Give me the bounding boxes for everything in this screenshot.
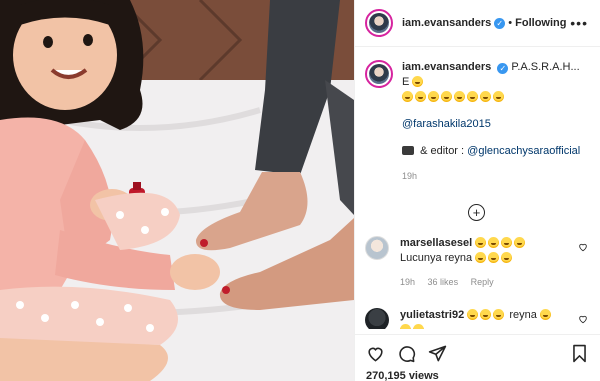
comment-like-heart-icon[interactable] xyxy=(578,242,588,252)
emoji-icon xyxy=(413,324,424,329)
post-side-panel: iam.evansanders ✓ • Following ••• iam.ev… xyxy=(354,0,600,381)
emoji-icon xyxy=(475,252,487,263)
commenter-username[interactable]: marsellasesel xyxy=(400,237,472,249)
verified-badge-icon: ✓ xyxy=(497,63,509,74)
commenter-avatar[interactable] xyxy=(365,236,389,260)
emoji-icon xyxy=(501,252,513,263)
comment-likes[interactable]: 36 likes xyxy=(428,277,459,287)
comment-like-heart-icon[interactable] xyxy=(578,314,588,324)
emoji-icon xyxy=(488,237,500,248)
emoji-icon xyxy=(467,309,479,320)
like-heart-icon[interactable] xyxy=(366,344,385,363)
caption: iam.evansanders ✓ P.A.S.R.A.H... E @fara… xyxy=(365,60,588,184)
emoji-icon xyxy=(501,237,513,248)
share-paper-plane-icon[interactable] xyxy=(428,344,447,363)
following-button[interactable]: Following xyxy=(515,17,566,29)
camera-icon xyxy=(402,146,414,155)
commenter-avatar[interactable] xyxy=(365,308,389,329)
emoji-icon xyxy=(402,91,413,102)
comment-item: marsellasesel Lucunya reyna 19h 36 likes… xyxy=(365,236,588,290)
view-count[interactable]: 270,195 views xyxy=(366,370,588,381)
load-more-comments[interactable]: + xyxy=(365,204,588,221)
emoji-icon xyxy=(488,252,500,263)
commenter-username[interactable]: yulietastri92 xyxy=(400,309,464,321)
emoji-icon xyxy=(428,91,439,102)
caption-avatar[interactable] xyxy=(365,60,393,88)
photo-illustration xyxy=(0,0,354,381)
emoji-icon xyxy=(467,91,478,102)
caption-mention-glencachysara[interactable]: @glencachysaraofficial xyxy=(467,145,580,157)
caption-username[interactable]: iam.evansanders xyxy=(402,61,491,73)
emoji-icon xyxy=(475,237,487,248)
separator-dot: • xyxy=(508,17,513,29)
emoji-icon xyxy=(493,91,504,102)
more-options-icon[interactable]: ••• xyxy=(570,15,588,31)
author-username[interactable]: iam.evansanders xyxy=(402,17,491,29)
comment-item: yulietastri92 reyna xyxy=(365,308,588,329)
comment-timestamp[interactable]: 19h xyxy=(400,277,415,287)
comment-bubble-icon[interactable] xyxy=(397,344,416,363)
plus-circle-icon[interactable]: + xyxy=(468,204,485,221)
caption-timestamp[interactable]: 19h xyxy=(402,169,588,184)
emoji-icon xyxy=(539,309,551,320)
emoji-icon xyxy=(514,237,526,248)
editor-prefix: & editor : xyxy=(420,145,465,157)
emoji-icon xyxy=(415,91,426,102)
emoji-icon xyxy=(441,91,452,102)
emoji-icon xyxy=(493,309,505,320)
verified-badge-icon: ✓ xyxy=(494,17,506,29)
emoji-icon xyxy=(454,91,465,102)
save-bookmark-icon[interactable] xyxy=(571,344,588,363)
comment-reply-button[interactable]: Reply xyxy=(471,277,494,287)
emoji-icon xyxy=(480,309,492,320)
post-actions: 270,195 views xyxy=(355,334,600,381)
comment-text: Lucunya reyna xyxy=(400,252,473,264)
emoji-icon xyxy=(480,91,491,102)
emoji-icon xyxy=(400,324,411,329)
emoji-icon xyxy=(412,76,424,87)
post-header: iam.evansanders ✓ • Following ••• xyxy=(355,0,600,47)
comments-list[interactable]: iam.evansanders ✓ P.A.S.R.A.H... E @fara… xyxy=(355,48,600,329)
post-photo[interactable] xyxy=(0,0,354,381)
comment-text: reyna xyxy=(509,309,537,321)
author-avatar[interactable] xyxy=(365,9,393,37)
caption-mention-farashakila[interactable]: @farashakila2015 xyxy=(402,118,491,130)
caption-emoji-row xyxy=(402,91,506,103)
